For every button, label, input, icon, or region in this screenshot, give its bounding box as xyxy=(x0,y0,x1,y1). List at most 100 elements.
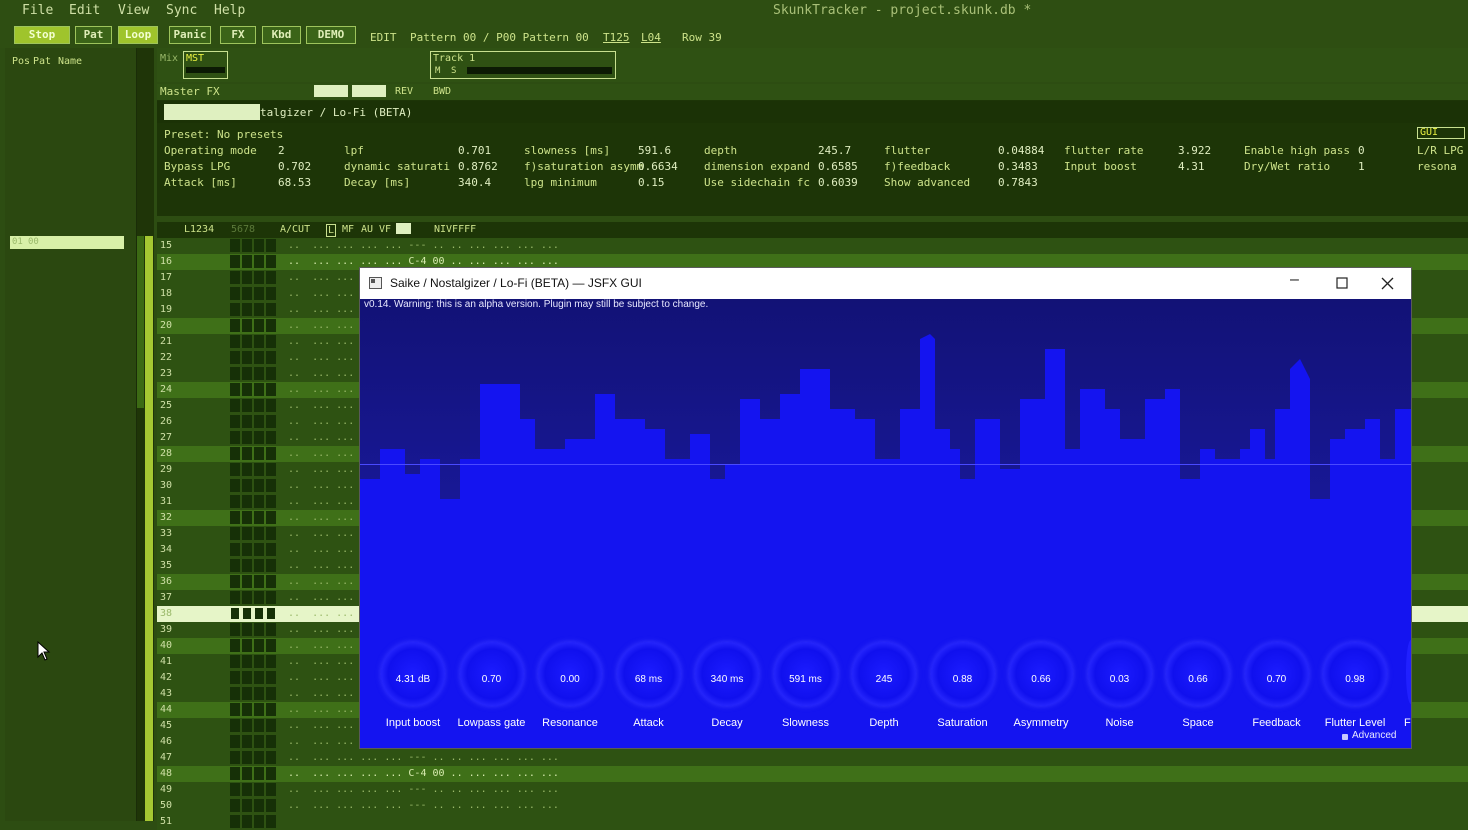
track-cell[interactable] xyxy=(254,671,264,684)
track-cell[interactable] xyxy=(266,479,276,492)
track-cell[interactable] xyxy=(266,511,276,524)
track-cell[interactable] xyxy=(242,543,252,556)
track-cell[interactable] xyxy=(242,703,252,716)
track-cell[interactable] xyxy=(230,495,240,508)
track-cell[interactable] xyxy=(266,319,276,332)
track-cell[interactable] xyxy=(254,607,264,620)
track-cell[interactable] xyxy=(242,591,252,604)
track-cell[interactable] xyxy=(242,623,252,636)
panic-button[interactable]: Panic xyxy=(169,26,211,44)
track-cell[interactable] xyxy=(230,559,240,572)
track-cell[interactable] xyxy=(266,719,276,732)
track-cell[interactable] xyxy=(254,655,264,668)
track-cell[interactable] xyxy=(230,431,240,444)
row-content[interactable]: .. ... ... xyxy=(288,640,354,651)
scroll-thumb[interactable] xyxy=(145,236,153,821)
track-cell[interactable] xyxy=(254,735,264,748)
track-cell[interactable] xyxy=(266,799,276,812)
track-cell[interactable] xyxy=(230,351,240,364)
track-cell[interactable] xyxy=(242,815,252,828)
track-cell[interactable] xyxy=(254,239,264,252)
track-cell[interactable] xyxy=(266,239,276,252)
menu-file[interactable]: File xyxy=(22,3,53,18)
track-cell[interactable] xyxy=(266,287,276,300)
track-cell[interactable] xyxy=(266,543,276,556)
track-cell[interactable] xyxy=(254,591,264,604)
track-cell[interactable] xyxy=(242,319,252,332)
track-cell[interactable] xyxy=(254,719,264,732)
track-cell[interactable] xyxy=(254,799,264,812)
param-value[interactable]: 591.6 xyxy=(638,144,671,157)
row-content[interactable]: .. ... ... xyxy=(288,688,354,699)
row-content[interactable]: .. ... ... xyxy=(288,288,354,299)
param-value[interactable]: 0.6634 xyxy=(638,160,678,173)
row-content[interactable]: .. ... ... xyxy=(288,432,354,443)
row-content[interactable]: .. ... ... xyxy=(288,656,354,667)
track-cell[interactable] xyxy=(230,511,240,524)
partial-knob[interactable] xyxy=(1406,640,1411,704)
track-cell[interactable] xyxy=(242,287,252,300)
track-cell[interactable] xyxy=(230,335,240,348)
param-value[interactable]: 68.53 xyxy=(278,176,311,189)
pattern-row[interactable]: 48 .. ... ... ... ... C-4 00 .. ... ... .… xyxy=(157,766,1468,782)
solo-button[interactable]: S xyxy=(451,66,456,76)
track-cell[interactable] xyxy=(242,559,252,572)
track-cell[interactable] xyxy=(266,623,276,636)
advanced-label[interactable]: Advanced xyxy=(1352,730,1396,741)
track-cell[interactable] xyxy=(242,447,252,460)
track-cell[interactable] xyxy=(230,303,240,316)
track-cell[interactable] xyxy=(254,751,264,764)
track-cell[interactable] xyxy=(266,351,276,364)
track-cell[interactable] xyxy=(242,415,252,428)
menu-sync[interactable]: Sync xyxy=(166,3,197,18)
track-cell[interactable] xyxy=(230,719,240,732)
track-cell[interactable] xyxy=(230,319,240,332)
track-cell[interactable] xyxy=(242,431,252,444)
header-l[interactable]: L xyxy=(326,224,337,237)
track-cell[interactable] xyxy=(266,575,276,588)
pattern-scrollbar[interactable] xyxy=(137,48,154,821)
track-cell[interactable] xyxy=(266,399,276,412)
row-content[interactable]: .. ... ... ... ... --- .. .. ... ... ...… xyxy=(288,800,559,811)
track-cell[interactable] xyxy=(230,703,240,716)
track-cell[interactable] xyxy=(242,399,252,412)
menu-help[interactable]: Help xyxy=(214,3,245,18)
track-cell[interactable] xyxy=(242,751,252,764)
track-cell[interactable] xyxy=(254,287,264,300)
track-cell[interactable] xyxy=(266,607,276,620)
track-cell[interactable] xyxy=(266,559,276,572)
track-channel[interactable]: Track 1 M S xyxy=(430,51,616,79)
header-mf[interactable]: MF xyxy=(342,224,354,235)
rev-button[interactable]: REV xyxy=(395,86,413,97)
menu-view[interactable]: View xyxy=(118,3,149,18)
param-value[interactable]: 0.6039 xyxy=(818,176,858,189)
menu-edit[interactable]: Edit xyxy=(69,3,100,18)
track-cell[interactable] xyxy=(230,415,240,428)
advanced-toggle[interactable] xyxy=(1342,734,1348,740)
row-content[interactable]: .. ... ... xyxy=(288,320,354,331)
track-cell[interactable] xyxy=(242,767,252,780)
master-channel[interactable]: MST xyxy=(183,51,228,79)
track-cell[interactable] xyxy=(230,399,240,412)
track-cell[interactable] xyxy=(242,335,252,348)
pattern-row[interactable]: 15 .. ... ... ... ... --- .. .. ... ... .… xyxy=(157,238,1468,254)
track-cell[interactable] xyxy=(254,575,264,588)
track-cell[interactable] xyxy=(230,271,240,284)
row-content[interactable]: .. ... ... xyxy=(288,416,354,427)
row-content[interactable]: .. ... ... xyxy=(288,672,354,683)
track-cell[interactable] xyxy=(242,495,252,508)
param-value[interactable]: 245.7 xyxy=(818,144,851,157)
track-cell[interactable] xyxy=(242,383,252,396)
param-value[interactable]: 3.922 xyxy=(1178,144,1211,157)
track-cell[interactable] xyxy=(230,543,240,556)
row-content[interactable]: .. ... ... xyxy=(288,384,354,395)
track-cell[interactable] xyxy=(230,799,240,812)
loop-button[interactable]: Loop xyxy=(118,26,158,44)
tempo-field[interactable]: T125 xyxy=(603,31,630,44)
track-cell[interactable] xyxy=(254,447,264,460)
row-content[interactable]: .. ... ... xyxy=(288,592,354,603)
param-value[interactable]: 0.8762 xyxy=(458,160,498,173)
track-cell[interactable] xyxy=(242,367,252,380)
track-cell[interactable] xyxy=(266,639,276,652)
stop-button[interactable]: Stop xyxy=(14,26,70,44)
